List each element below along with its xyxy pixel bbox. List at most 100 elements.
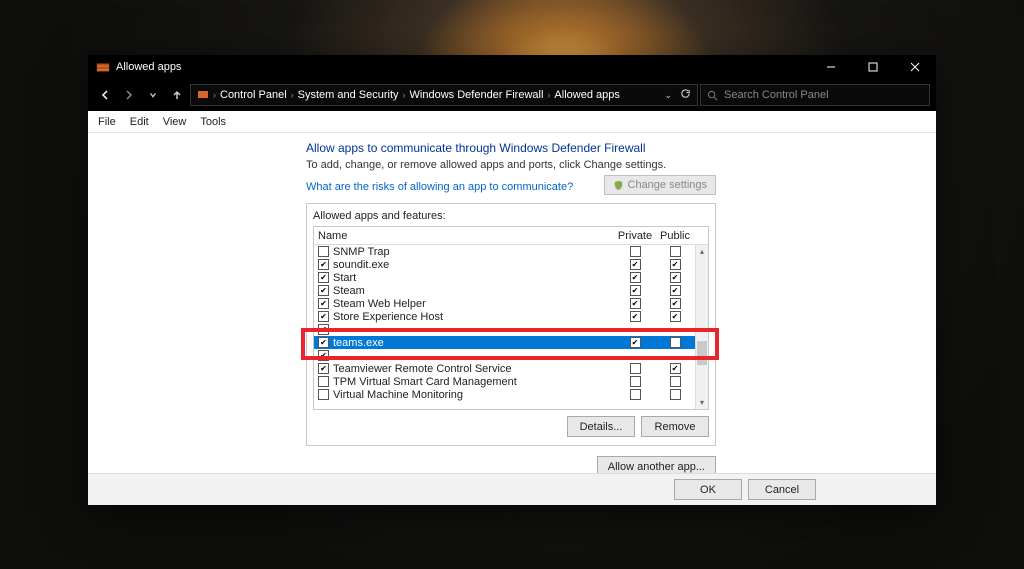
- table-row[interactable]: Team Fortress 2: [314, 323, 708, 336]
- enabled-checkbox[interactable]: [318, 324, 329, 335]
- public-checkbox[interactable]: [670, 363, 681, 374]
- refresh-button[interactable]: [680, 88, 691, 102]
- window: Allowed apps › Control Panel › System an…: [88, 55, 936, 505]
- ok-button[interactable]: OK: [674, 479, 742, 500]
- page-title: Allow apps to communicate through Window…: [306, 141, 716, 155]
- private-checkbox[interactable]: [630, 259, 641, 270]
- remove-button[interactable]: Remove: [641, 416, 709, 437]
- public-checkbox[interactable]: [670, 311, 681, 322]
- enabled-checkbox[interactable]: [318, 376, 329, 387]
- minimize-button[interactable]: [810, 55, 852, 79]
- enabled-checkbox[interactable]: [318, 337, 329, 348]
- breadcrumb-item[interactable]: System and Security: [298, 89, 399, 101]
- column-public[interactable]: Public: [655, 227, 695, 244]
- public-checkbox[interactable]: [670, 337, 681, 348]
- private-checkbox[interactable]: [630, 272, 641, 283]
- public-checkbox[interactable]: [670, 259, 681, 270]
- enabled-checkbox[interactable]: [318, 298, 329, 309]
- breadcrumb-item[interactable]: Allowed apps: [554, 89, 619, 101]
- app-name-label: Teamviewer Remote Control Service: [333, 363, 512, 375]
- public-checkbox[interactable]: [670, 389, 681, 400]
- search-input[interactable]: Search Control Panel: [700, 84, 930, 106]
- app-name-label: Start: [333, 272, 356, 284]
- table-row[interactable]: Steam Web Helper: [314, 297, 708, 310]
- firewall-icon: [96, 60, 110, 74]
- groupbox-label: Allowed apps and features:: [313, 210, 709, 222]
- back-button[interactable]: [94, 84, 116, 106]
- table-row[interactable]: Steam: [314, 284, 708, 297]
- cancel-button[interactable]: Cancel: [748, 479, 816, 500]
- menu-view[interactable]: View: [163, 116, 187, 128]
- table-row[interactable]: SNMP Trap: [314, 245, 708, 258]
- private-checkbox[interactable]: [630, 298, 641, 309]
- private-checkbox[interactable]: [630, 285, 641, 296]
- chevron-right-icon: ›: [547, 90, 550, 100]
- menu-edit[interactable]: Edit: [130, 116, 149, 128]
- chevron-right-icon: ›: [403, 90, 406, 100]
- up-button[interactable]: [166, 84, 188, 106]
- allowed-apps-list: Name Private Public SNMP Trapsoundit.exe…: [313, 226, 709, 410]
- breadcrumb[interactable]: › Control Panel › System and Security › …: [190, 84, 698, 106]
- maximize-button[interactable]: [852, 55, 894, 79]
- content: Allow apps to communicate through Window…: [88, 133, 936, 473]
- private-checkbox[interactable]: [630, 337, 641, 348]
- public-checkbox[interactable]: [670, 285, 681, 296]
- scroll-up-button[interactable]: ▴: [696, 245, 708, 258]
- table-row[interactable]: Teamviewer Remote Control Application: [314, 349, 708, 362]
- enabled-checkbox[interactable]: [318, 272, 329, 283]
- change-settings-button[interactable]: Change settings: [604, 175, 717, 195]
- breadcrumb-item[interactable]: Control Panel: [220, 89, 287, 101]
- scrollbar-thumb[interactable]: [697, 341, 707, 365]
- app-name-label: Steam Web Helper: [333, 298, 426, 310]
- app-name-label: Virtual Machine Monitoring: [333, 389, 463, 401]
- public-checkbox[interactable]: [670, 298, 681, 309]
- table-row[interactable]: Store Experience Host: [314, 310, 708, 323]
- private-checkbox[interactable]: [630, 376, 641, 387]
- titlebar: Allowed apps: [88, 55, 936, 79]
- column-name[interactable]: Name: [314, 227, 615, 244]
- table-row[interactable]: Start: [314, 271, 708, 284]
- app-name-label: TPM Virtual Smart Card Management: [333, 376, 517, 388]
- enabled-checkbox[interactable]: [318, 285, 329, 296]
- enabled-checkbox[interactable]: [318, 311, 329, 322]
- window-title: Allowed apps: [116, 61, 181, 73]
- breadcrumb-dropdown[interactable]: ⌄: [664, 90, 672, 101]
- close-button[interactable]: [894, 55, 936, 79]
- allowed-apps-group: Allowed apps and features: Name Private …: [306, 203, 716, 446]
- scroll-down-button[interactable]: ▾: [696, 396, 708, 409]
- firewall-icon: [197, 88, 209, 103]
- enabled-checkbox[interactable]: [318, 259, 329, 270]
- column-private[interactable]: Private: [615, 227, 655, 244]
- enabled-checkbox[interactable]: [318, 363, 329, 374]
- change-settings-label: Change settings: [628, 179, 708, 191]
- public-checkbox[interactable]: [670, 246, 681, 257]
- table-row[interactable]: TPM Virtual Smart Card Management: [314, 375, 708, 388]
- public-checkbox[interactable]: [670, 272, 681, 283]
- page-description: To add, change, or remove allowed apps a…: [306, 159, 716, 171]
- search-icon: [707, 90, 718, 101]
- recent-locations-button[interactable]: [142, 84, 164, 106]
- vertical-scrollbar[interactable]: ▴ ▾: [695, 245, 708, 409]
- breadcrumb-item[interactable]: Windows Defender Firewall: [410, 89, 544, 101]
- private-checkbox[interactable]: [630, 246, 641, 257]
- enabled-checkbox[interactable]: [318, 246, 329, 257]
- shield-icon: [613, 180, 624, 191]
- private-checkbox[interactable]: [630, 389, 641, 400]
- risks-link[interactable]: What are the risks of allowing an app to…: [306, 181, 573, 193]
- forward-button[interactable]: [118, 84, 140, 106]
- app-name-label: Steam: [333, 285, 365, 297]
- private-checkbox[interactable]: [630, 363, 641, 374]
- table-row[interactable]: soundit.exe: [314, 258, 708, 271]
- table-row[interactable]: Virtual Machine Monitoring: [314, 388, 708, 401]
- private-checkbox[interactable]: [630, 311, 641, 322]
- list-body: SNMP Trapsoundit.exeStartSteamSteam Web …: [314, 245, 708, 409]
- enabled-checkbox[interactable]: [318, 389, 329, 400]
- menu-tools[interactable]: Tools: [200, 116, 226, 128]
- table-row[interactable]: Teamviewer Remote Control Service: [314, 362, 708, 375]
- menu-file[interactable]: File: [98, 116, 116, 128]
- table-row[interactable]: teams.exe: [314, 336, 708, 349]
- public-checkbox[interactable]: [670, 376, 681, 387]
- details-button[interactable]: Details...: [567, 416, 635, 437]
- enabled-checkbox[interactable]: [318, 350, 329, 361]
- list-header: Name Private Public: [314, 227, 708, 245]
